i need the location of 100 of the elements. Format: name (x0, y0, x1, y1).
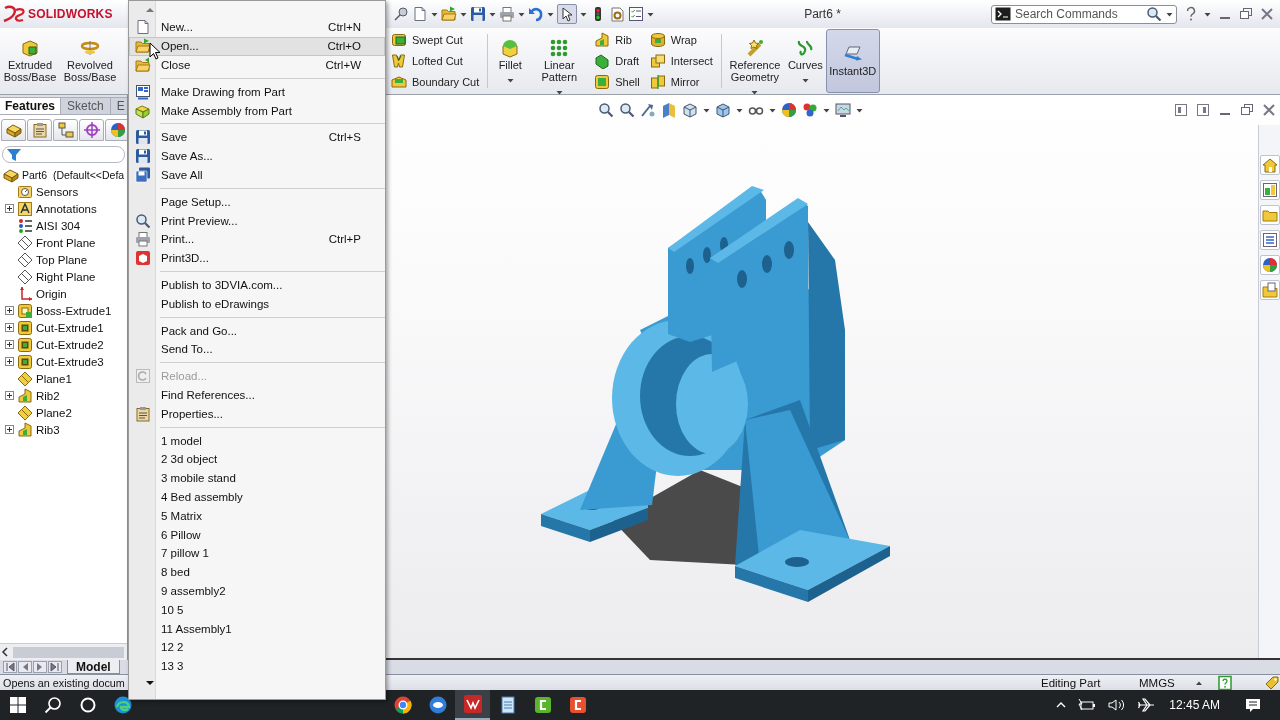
ribbon-button[interactable]: Fillet (491, 29, 530, 93)
restore-icon[interactable] (1240, 103, 1254, 117)
arrow-icon[interactable] (640, 102, 656, 118)
menu-item[interactable]: 6 Pillow (129, 525, 385, 544)
menu-item[interactable]: Close Ctrl+W (129, 55, 385, 75)
menu-item[interactable]: Save All (129, 165, 385, 185)
ribbon-button[interactable]: Extruded Boss/Base (0, 29, 60, 93)
menu-item[interactable]: Save Ctrl+S (129, 128, 385, 147)
search-bar[interactable]: Search Commands (991, 4, 1177, 24)
expand-icon[interactable] (5, 323, 14, 332)
ribbon-button[interactable]: Reference Geometry (724, 29, 785, 93)
new-document-icon[interactable] (412, 6, 428, 22)
notification-icon[interactable] (1244, 696, 1262, 714)
ribbon-button[interactable]: Shell (591, 72, 643, 93)
tree-item[interactable]: Top Plane (36, 253, 88, 266)
task-pane-tab[interactable] (1259, 280, 1280, 300)
tree-item[interactable]: Origin (36, 287, 67, 300)
clock[interactable]: 12:45 AM (1169, 698, 1220, 712)
ribbon-button[interactable]: Intersect (646, 51, 716, 71)
menu-item[interactable]: Publish to eDrawings (129, 294, 385, 314)
menu-item[interactable]: New... Ctrl+N (129, 18, 385, 37)
tab-scroll-button[interactable] (18, 661, 32, 673)
ribbon-button[interactable]: Rib (591, 29, 643, 50)
close-icon[interactable] (1262, 103, 1276, 117)
save-icon[interactable] (470, 6, 486, 22)
ribbon-button[interactable]: Linear Pattern (529, 29, 590, 93)
menu-item[interactable]: 10 5 (129, 600, 385, 620)
ribbon-button[interactable]: Draft (591, 51, 643, 71)
open-folder-icon[interactable] (441, 6, 457, 22)
airplane-icon[interactable] (1137, 697, 1156, 713)
menu-item[interactable]: 3 mobile stand (129, 468, 385, 488)
search-field[interactable]: Search Commands (1015, 7, 1142, 21)
menu-item[interactable]: 5 Matrix (129, 506, 385, 526)
expand-icon[interactable] (5, 425, 14, 434)
taskbar-app[interactable] (455, 690, 490, 720)
units-selector[interactable]: MMGS (1139, 676, 1175, 689)
panel-tab[interactable]: Features (0, 97, 62, 114)
tree-item[interactable]: Boss-Extrude1 (36, 304, 112, 317)
restore-icon[interactable] (1239, 7, 1253, 21)
manager-tab[interactable] (79, 119, 104, 141)
scrollbar[interactable] (0, 643, 127, 660)
tree-item[interactable]: Rib2 (36, 389, 60, 402)
task-pane-tab[interactable] (1259, 180, 1280, 200)
manager-tab[interactable] (27, 119, 52, 141)
expand-icon[interactable] (5, 306, 14, 315)
menu-item[interactable]: Send To... (129, 339, 385, 359)
undo-icon[interactable] (528, 6, 544, 22)
menu-item[interactable]: 9 assembly2 (129, 581, 385, 601)
arrow-left-icon[interactable] (0, 646, 10, 658)
filter-field[interactable] (2, 146, 125, 163)
ribbon-button[interactable]: Boundary Cut (388, 72, 483, 93)
tile-icon[interactable] (1196, 103, 1210, 117)
task-pane-tab[interactable] (1259, 155, 1280, 175)
power-icon[interactable] (1077, 697, 1098, 713)
monitor-icon[interactable] (835, 102, 851, 118)
menu-item[interactable]: 11 Assembly1 (129, 619, 385, 638)
cube-icon[interactable] (682, 102, 698, 118)
ribbon-button[interactable]: Instant3D (825, 29, 880, 93)
expand-icon[interactable] (5, 391, 14, 400)
menu-item[interactable]: Open... Ctrl+O (129, 36, 385, 56)
menu-item[interactable]: 7 pillow 1 (129, 543, 385, 563)
tag-icon[interactable] (1264, 674, 1280, 691)
tree-item[interactable]: Plane2 (36, 406, 72, 419)
menu-item[interactable]: Properties... (129, 404, 385, 424)
pin-icon[interactable] (393, 6, 409, 22)
filter-icon[interactable] (6, 146, 22, 163)
tab-scroll-button[interactable] (33, 661, 47, 673)
tab-scroll-button[interactable] (48, 661, 62, 673)
expand-icon[interactable] (5, 357, 14, 366)
magnifier-icon[interactable] (619, 102, 635, 118)
menu-item[interactable]: Pack and Go... (129, 321, 385, 340)
menu-item[interactable]: 8 bed (129, 562, 385, 582)
tree-item[interactable]: Part6 (Default<<Defa (22, 168, 125, 181)
tree-item[interactable]: AISI 304 (36, 219, 81, 232)
ribbon-button[interactable]: Curves (784, 29, 826, 93)
tree-item[interactable]: Cut-Extrude1 (36, 321, 104, 334)
color-ball-icon[interactable] (781, 102, 797, 118)
menu-item[interactable]: Print Preview... (129, 211, 385, 230)
tree-item[interactable]: Cut-Extrude3 (36, 355, 104, 368)
tree-item[interactable]: Rib3 (36, 423, 60, 436)
tree-item[interactable]: Plane1 (36, 372, 72, 385)
tile-icon[interactable] (1174, 103, 1188, 117)
options-icon[interactable] (609, 6, 625, 22)
magnifier-icon[interactable] (598, 102, 614, 118)
menu-item[interactable]: 13 3 (129, 656, 385, 676)
menu-item[interactable]: 1 model (129, 431, 385, 450)
manager-tab[interactable] (1, 119, 26, 141)
task-pane-tab[interactable] (1259, 255, 1280, 275)
menu-item[interactable]: Print... Ctrl+P (129, 229, 385, 249)
manager-tab[interactable] (105, 119, 127, 141)
scene-icon[interactable] (802, 102, 818, 118)
section-view-icon[interactable] (661, 102, 677, 118)
checklist-icon[interactable] (628, 6, 644, 22)
task-pane-tab[interactable] (1259, 230, 1280, 250)
menu-item[interactable]: 4 Bed assembly (129, 487, 385, 507)
printer-icon[interactable] (499, 6, 515, 22)
menu-item[interactable]: Find References... (129, 385, 385, 405)
ribbon-button[interactable]: Revolved Boss/Base (60, 29, 120, 93)
menu-item[interactable]: Make Assembly from Part (129, 101, 385, 120)
expand-icon[interactable] (5, 204, 14, 213)
